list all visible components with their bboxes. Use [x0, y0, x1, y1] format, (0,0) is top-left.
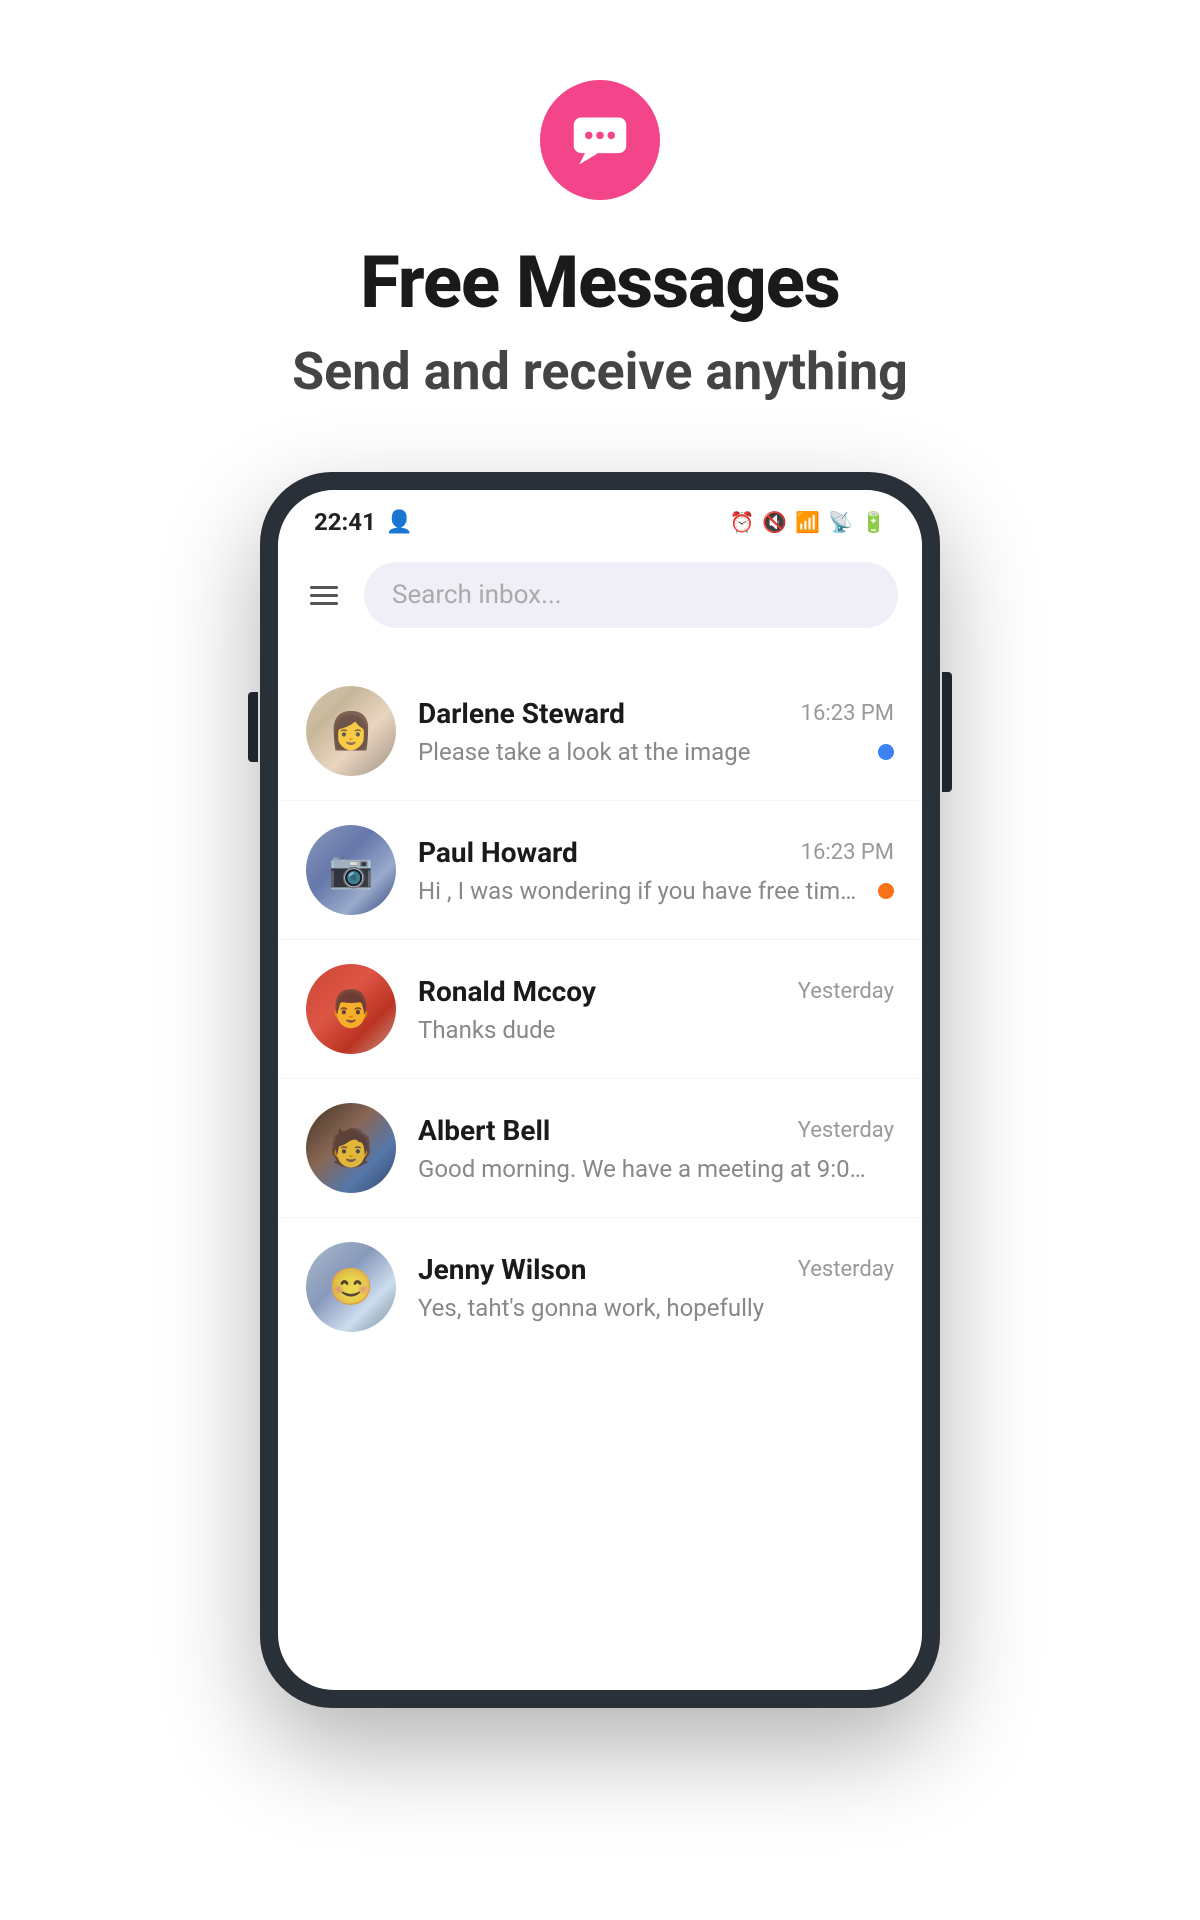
- contact-name: Ronald Mccoy: [418, 975, 596, 1008]
- app-subheadline: Send and receive anything: [292, 341, 908, 402]
- alarm-icon: ⏰: [729, 510, 754, 534]
- conversation-footer: Yes, taht's gonna work, hopefully: [418, 1294, 894, 1322]
- app-headline: Free Messages: [360, 240, 839, 325]
- conversation-footer: Good morning. We have a meeting at 9:00.…: [418, 1155, 894, 1183]
- message-time: 16:23 PM: [801, 701, 894, 726]
- status-time: 22:41: [314, 508, 376, 536]
- conversation-header: Albert Bell Yesterday: [418, 1114, 894, 1147]
- avatar-face: 😊: [306, 1242, 396, 1332]
- contact-name: Jenny Wilson: [418, 1253, 586, 1286]
- conversation-header: Ronald Mccoy Yesterday: [418, 975, 894, 1008]
- conversation-content: Paul Howard 16:23 PM Hi , I was wonderin…: [418, 836, 894, 905]
- message-time: Yesterday: [798, 1257, 894, 1282]
- message-preview: Yes, taht's gonna work, hopefully: [418, 1294, 868, 1322]
- status-left: 22:41 👤: [314, 508, 413, 536]
- avatar: 😊: [306, 1242, 396, 1332]
- conversation-content: Jenny Wilson Yesterday Yes, taht's gonna…: [418, 1253, 894, 1322]
- conversation-footer: Thanks dude: [418, 1016, 894, 1044]
- avatar-face: 🧑: [306, 1103, 396, 1193]
- avatar-face: 👨: [306, 964, 396, 1054]
- conversation-header: Jenny Wilson Yesterday: [418, 1253, 894, 1286]
- wifi-icon: 📶: [795, 510, 820, 534]
- conversation-list: 👩 Darlene Steward 16:23 PM Please take a…: [278, 652, 922, 1366]
- status-bar: 22:41 👤 ⏰ 🔇 📶 📡 🔋: [278, 490, 922, 546]
- message-time: 16:23 PM: [801, 840, 894, 865]
- conversation-content: Albert Bell Yesterday Good morning. We h…: [418, 1114, 894, 1183]
- unread-indicator: [878, 883, 894, 899]
- unread-indicator: [878, 1300, 894, 1316]
- conversation-item[interactable]: 👨 Ronald Mccoy Yesterday Thanks dude: [278, 940, 922, 1079]
- phone-mockup: 22:41 👤 ⏰ 🔇 📶 📡 🔋 Search in: [260, 472, 940, 1708]
- mute-icon: 🔇: [762, 510, 787, 534]
- search-area: Search inbox...: [278, 546, 922, 652]
- conversation-footer: Please take a look at the image: [418, 738, 894, 766]
- chat-bubble-icon: [570, 110, 630, 170]
- conversation-item[interactable]: 😊 Jenny Wilson Yesterday Yes, taht's gon…: [278, 1218, 922, 1356]
- phone-screen: 22:41 👤 ⏰ 🔇 📶 📡 🔋 Search in: [278, 490, 922, 1690]
- conversation-item[interactable]: 📷 Paul Howard 16:23 PM Hi , I was wonder…: [278, 801, 922, 940]
- message-preview: Good morning. We have a meeting at 9:00.…: [418, 1155, 868, 1183]
- avatar: 📷: [306, 825, 396, 915]
- unread-indicator: [878, 744, 894, 760]
- app-icon: [540, 80, 660, 200]
- avatar: 👨: [306, 964, 396, 1054]
- unread-indicator: [878, 1022, 894, 1038]
- message-preview: Hi , I was wondering if you have free ti…: [418, 877, 868, 905]
- hamburger-menu-button[interactable]: [302, 578, 346, 613]
- contact-name: Paul Howard: [418, 836, 578, 869]
- message-preview: Please take a look at the image: [418, 738, 868, 766]
- message-time: Yesterday: [798, 1118, 894, 1143]
- message-time: Yesterday: [798, 979, 894, 1004]
- hamburger-line: [310, 586, 338, 589]
- contact-name: Albert Bell: [418, 1114, 550, 1147]
- hamburger-line: [310, 602, 338, 605]
- conversation-footer: Hi , I was wondering if you have free ti…: [418, 877, 894, 905]
- unread-indicator: [878, 1161, 894, 1177]
- avatar: 🧑: [306, 1103, 396, 1193]
- conversation-content: Darlene Steward 16:23 PM Please take a l…: [418, 697, 894, 766]
- avatar: 👩: [306, 686, 396, 776]
- conversation-header: Paul Howard 16:23 PM: [418, 836, 894, 869]
- person-icon: 👤: [386, 510, 413, 535]
- conversation-item[interactable]: 🧑 Albert Bell Yesterday Good morning. We…: [278, 1079, 922, 1218]
- message-preview: Thanks dude: [418, 1016, 868, 1044]
- hamburger-line: [310, 594, 338, 597]
- conversation-item[interactable]: 👩 Darlene Steward 16:23 PM Please take a…: [278, 662, 922, 801]
- status-right: ⏰ 🔇 📶 📡 🔋: [729, 510, 886, 534]
- signal-icon: 📡: [828, 510, 853, 534]
- conversation-header: Darlene Steward 16:23 PM: [418, 697, 894, 730]
- battery-icon: 🔋: [861, 510, 886, 534]
- contact-name: Darlene Steward: [418, 697, 625, 730]
- avatar-face: 👩: [306, 686, 396, 776]
- avatar-face: 📷: [306, 825, 396, 915]
- phone-frame: 22:41 👤 ⏰ 🔇 📶 📡 🔋 Search in: [260, 472, 940, 1708]
- search-input[interactable]: Search inbox...: [364, 562, 898, 628]
- conversation-content: Ronald Mccoy Yesterday Thanks dude: [418, 975, 894, 1044]
